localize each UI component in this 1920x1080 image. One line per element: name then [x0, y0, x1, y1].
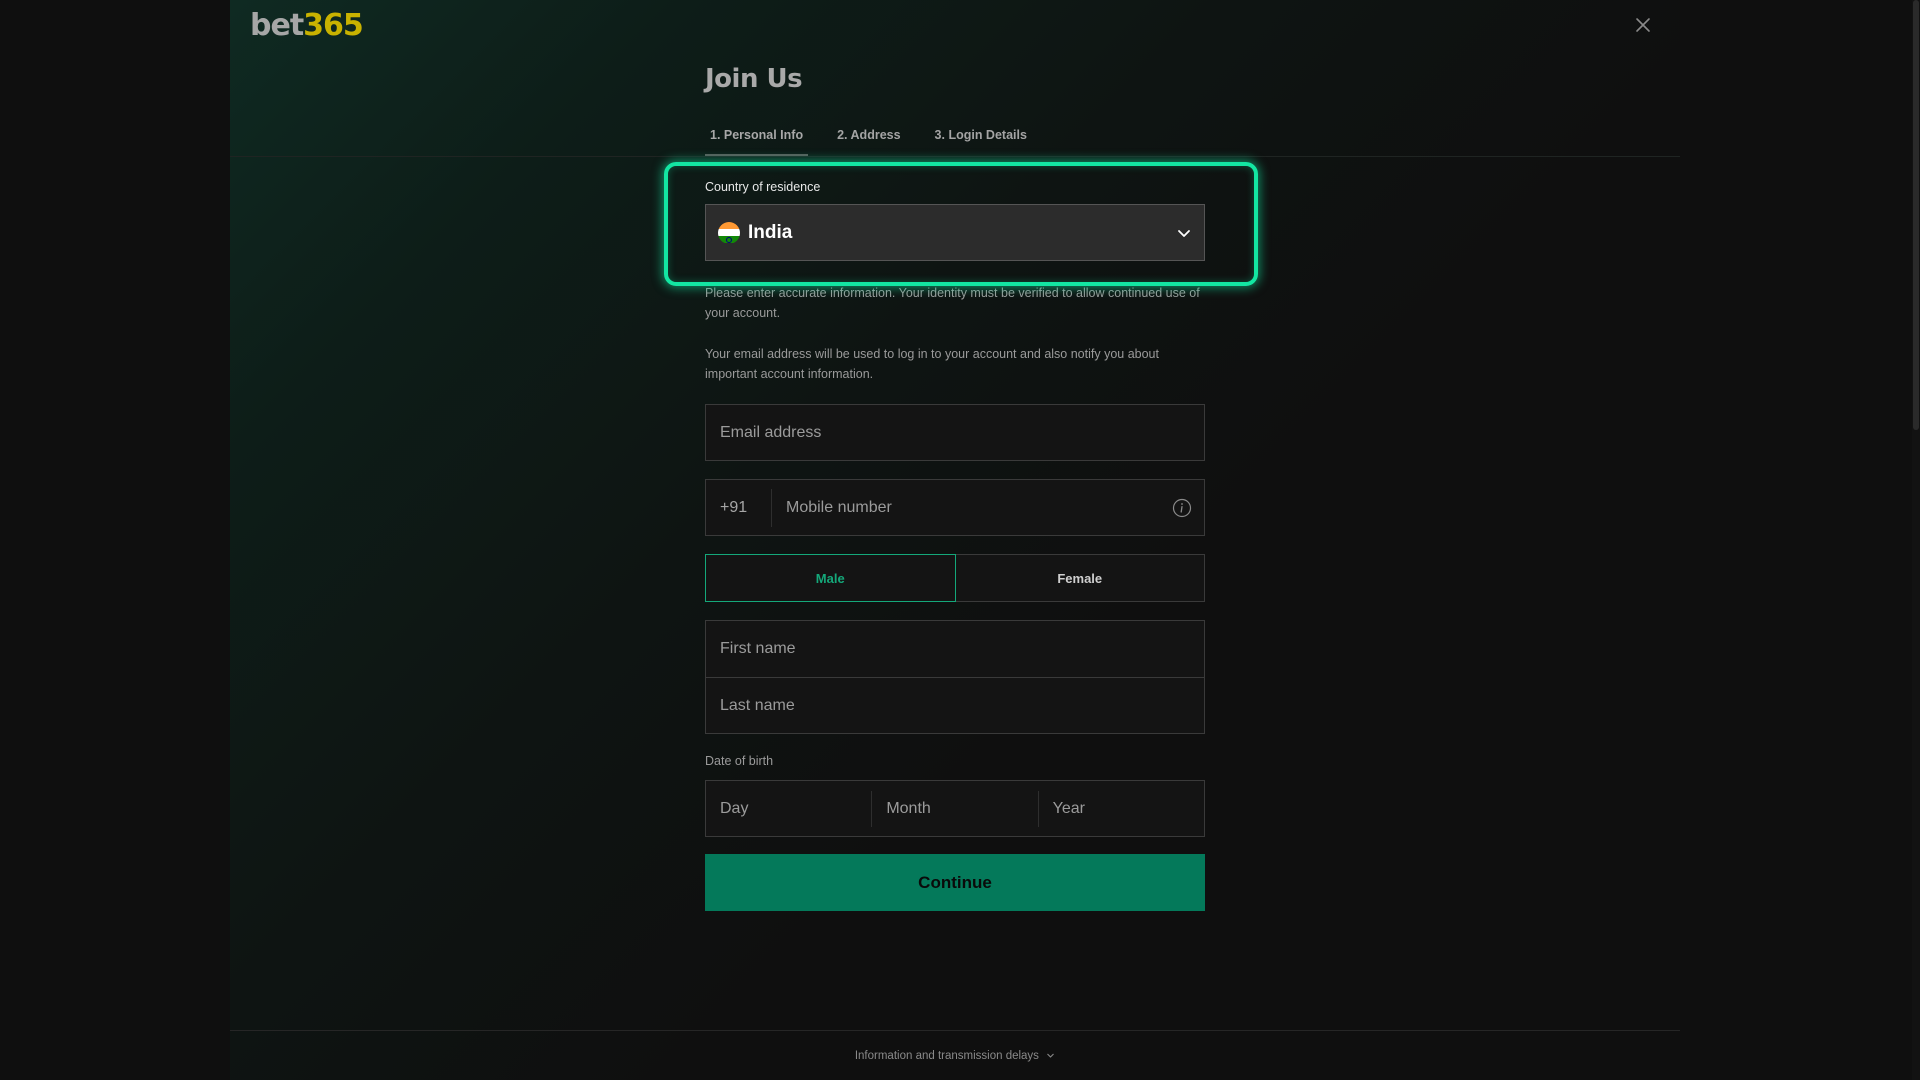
scrollbar[interactable]	[1912, 0, 1920, 1080]
close-icon	[1636, 18, 1650, 32]
dob-year-field[interactable]: Year	[1037, 790, 1204, 827]
bet365-logo: bet365	[250, 6, 364, 46]
logo-bet-text: bet	[250, 8, 304, 43]
email-placeholder: Email address	[720, 423, 822, 441]
chevron-down-icon	[1178, 229, 1190, 237]
tab-login-details[interactable]: 3. Login Details	[930, 126, 1032, 156]
logo-365-text: 365	[303, 8, 364, 43]
mobile-number-field[interactable]: +91 Mobile number	[705, 479, 1205, 536]
first-name-field[interactable]: First name	[706, 621, 1204, 677]
dob-month-field[interactable]: Month	[871, 790, 1037, 827]
gender-male-button[interactable]: Male	[705, 554, 956, 602]
country-select[interactable]: India	[705, 204, 1205, 261]
continue-button[interactable]: Continue	[705, 854, 1205, 911]
transmission-delays-text: Information and transmission delays	[854, 1050, 1039, 1062]
dob-fields: Day Month Year	[705, 780, 1205, 837]
personal-info-form: Country of residence India Please enter …	[705, 180, 1205, 911]
india-flag-icon	[718, 221, 740, 244]
email-help-text: Your email address will be used to log i…	[705, 347, 1159, 381]
close-button[interactable]	[1632, 14, 1654, 36]
join-modal: bet365 Join Us 1. Personal Info 2. Addre…	[230, 0, 1680, 1080]
first-name-placeholder: First name	[720, 640, 796, 657]
tab-personal-info[interactable]: 1. Personal Info	[705, 126, 809, 156]
dob-label: Date of birth	[705, 754, 774, 768]
gender-female-button[interactable]: Female	[955, 554, 1205, 602]
country-label: Country of residence	[705, 180, 821, 194]
step-tabs: 1. Personal Info 2. Address 3. Login Det…	[705, 126, 1056, 156]
name-fields: First name Last name	[705, 620, 1205, 734]
footer-divider	[230, 1030, 1680, 1031]
tab-address[interactable]: 2. Address	[832, 126, 905, 156]
dob-day-field[interactable]: Day	[706, 791, 871, 827]
country-value: India	[748, 221, 793, 243]
page: bet365 Join Us 1. Personal Info 2. Addre…	[0, 0, 1920, 1080]
identity-help-text: Please enter accurate information. Your …	[705, 286, 1200, 320]
email-field[interactable]: Email address	[705, 404, 1205, 461]
phone-prefix[interactable]: +91	[706, 488, 772, 527]
info-icon[interactable]	[1172, 498, 1192, 518]
scrollbar-thumb[interactable]	[1913, 0, 1919, 430]
gender-selector: Male Female	[705, 554, 1205, 602]
last-name-field[interactable]: Last name	[706, 677, 1204, 733]
last-name-placeholder: Last name	[720, 696, 795, 714]
mobile-number-placeholder: Mobile number	[786, 498, 892, 516]
chevron-down-icon	[1047, 1054, 1055, 1059]
page-title: Join Us	[705, 64, 803, 94]
tabs-divider	[230, 156, 1680, 157]
transmission-delays-link[interactable]: Information and transmission delays	[230, 1050, 1680, 1062]
